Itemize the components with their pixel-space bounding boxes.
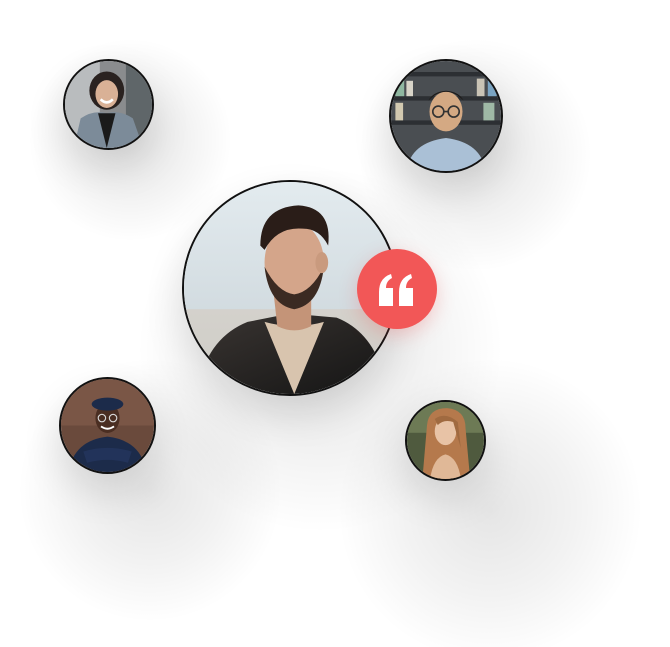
avatar-man-glasses	[389, 59, 503, 173]
avatar-man-beret-photo	[61, 379, 154, 472]
background-glow	[20, 360, 280, 620]
testimonial-avatars-cluster	[0, 0, 670, 647]
avatar-woman-long-hair	[405, 400, 486, 481]
avatar-woman-denim-photo	[65, 61, 152, 148]
quote-badge	[357, 249, 437, 329]
avatar-man-beret	[59, 377, 156, 474]
avatar-woman-denim	[63, 59, 154, 150]
quote-icon	[379, 274, 413, 306]
background-glow	[340, 360, 640, 647]
avatar-woman-long-hair-photo	[407, 402, 484, 479]
avatar-man-glasses-photo	[391, 61, 501, 171]
